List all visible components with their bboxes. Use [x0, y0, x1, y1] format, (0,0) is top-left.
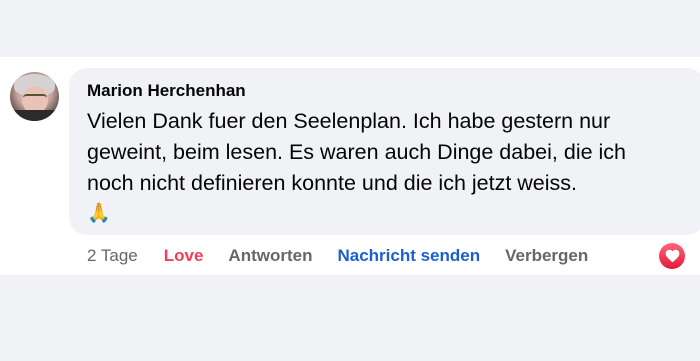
love-heart-icon	[665, 249, 679, 263]
comment-actions: 2 Tage Love Antworten Nachricht senden V…	[87, 243, 588, 269]
comment-bubble: Marion Herchenhan Vielen Dank fuer den S…	[69, 68, 700, 235]
reaction-badge[interactable]	[658, 242, 686, 270]
comment-timestamp[interactable]: 2 Tage	[87, 246, 138, 266]
top-background	[0, 0, 700, 57]
comment-author[interactable]: Marion Herchenhan	[87, 80, 687, 102]
send-message-button[interactable]: Nachricht senden	[337, 246, 480, 266]
hide-button[interactable]: Verbergen	[505, 246, 588, 266]
reply-button[interactable]: Antworten	[228, 246, 312, 266]
avatar[interactable]	[10, 72, 59, 121]
comment-body: Vielen Dank fuer den Seelenplan. Ich hab…	[87, 109, 627, 195]
love-button[interactable]: Love	[164, 246, 204, 266]
folded-hands-emoji: 🙏	[87, 203, 111, 224]
comment-text: Vielen Dank fuer den Seelenplan. Ich hab…	[87, 106, 667, 227]
